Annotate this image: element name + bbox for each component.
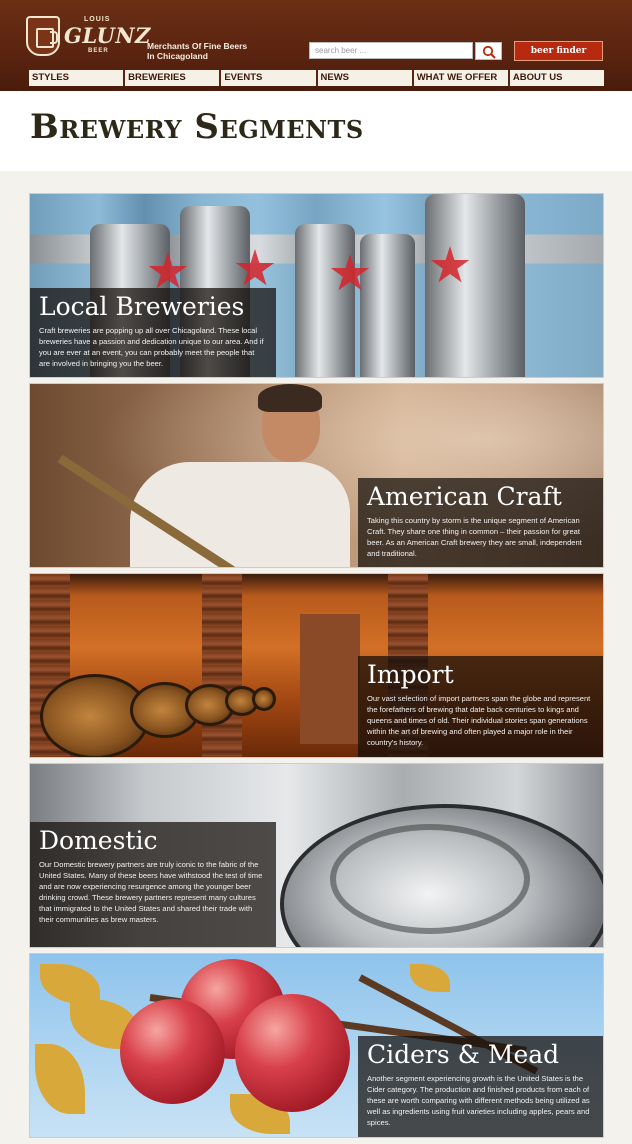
site-header: LOUIS GLUNZ BEER Merchants Of Fine Beers… <box>0 0 632 91</box>
search-button[interactable] <box>475 42 502 60</box>
segment-description: Another segment experiencing growth is t… <box>367 1074 590 1127</box>
main-nav: STYLES BREWERIES EVENTS NEWS WHAT WE OFF… <box>29 70 605 86</box>
segment-title: Ciders & Mead <box>367 1040 560 1069</box>
segment-description: Taking this country by storm is the uniq… <box>367 516 582 558</box>
search-input[interactable] <box>309 42 473 59</box>
nav-news[interactable]: NEWS <box>317 70 414 86</box>
logo-bottom-text: BEER <box>88 48 109 54</box>
segment-text-panel: Domestic Our Domestic brewery partners a… <box>30 822 276 947</box>
nav-events[interactable]: EVENTS <box>221 70 318 86</box>
beer-mug-icon <box>26 16 60 56</box>
segment-description: Craft breweries are popping up all over … <box>39 326 264 368</box>
page-title: Brewery Segments <box>30 107 364 147</box>
nav-about-us[interactable]: ABOUT US <box>509 70 605 86</box>
segment-description: Our vast selection of import partners sp… <box>367 694 591 747</box>
segment-title: American Craft <box>367 482 562 511</box>
nav-breweries[interactable]: BREWERIES <box>125 70 222 86</box>
segment-title: Import <box>367 660 454 689</box>
nav-styles[interactable]: STYLES <box>29 70 126 86</box>
tagline: Merchants Of Fine Beers In Chicagoland <box>147 41 248 61</box>
segment-text-panel: American Craft Taking this country by st… <box>358 478 603 567</box>
logo-top-text: LOUIS <box>84 16 111 23</box>
segment-title: Local Breweries <box>39 292 245 321</box>
segment-import[interactable]: Import Our vast selection of import part… <box>29 573 604 758</box>
segment-text-panel: Local Breweries Craft breweries are popp… <box>30 288 276 377</box>
segment-american-craft[interactable]: American Craft Taking this country by st… <box>29 383 604 568</box>
segment-ciders-mead[interactable]: Ciders & Mead Another segment experienci… <box>29 953 604 1138</box>
glunz-logo[interactable]: LOUIS GLUNZ BEER <box>26 14 150 60</box>
search-icon <box>482 45 496 59</box>
nav-what-we-offer[interactable]: WHAT WE OFFER <box>413 70 510 86</box>
segment-local-breweries[interactable]: Local Breweries Craft breweries are popp… <box>29 193 604 378</box>
logo-name: GLUNZ <box>64 23 151 48</box>
beer-finder-button[interactable]: beer finder <box>514 41 603 61</box>
segment-text-panel: Import Our vast selection of import part… <box>358 656 603 757</box>
segment-title: Domestic <box>39 826 158 855</box>
segment-text-panel: Ciders & Mead Another segment experienci… <box>358 1036 603 1137</box>
segment-domestic[interactable]: Domestic Our Domestic brewery partners a… <box>29 763 604 948</box>
segment-description: Our Domestic brewery partners are truly … <box>39 860 263 924</box>
